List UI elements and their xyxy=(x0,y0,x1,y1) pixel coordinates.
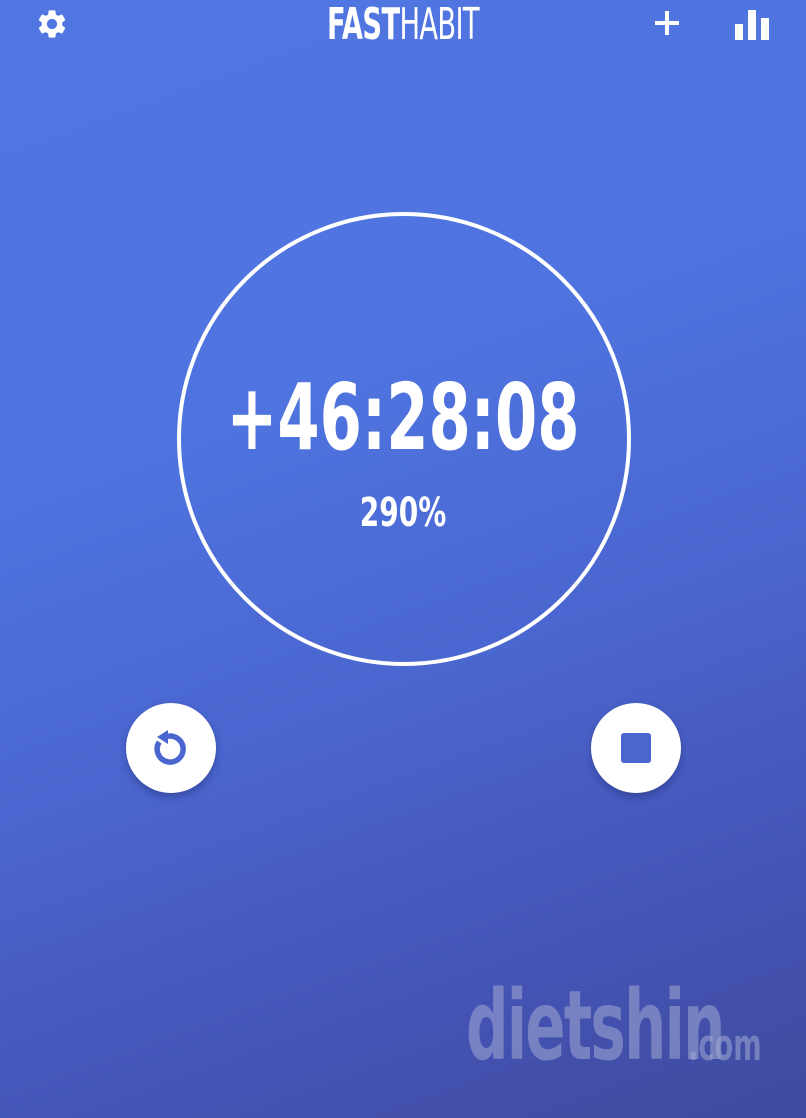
app-title: FASTHABIT xyxy=(153,0,653,50)
stats-button[interactable] xyxy=(732,4,772,44)
plus-icon xyxy=(655,11,679,35)
watermark-suffix: .com xyxy=(688,1020,762,1071)
reset-button[interactable] xyxy=(126,703,216,793)
watermark-main: dietshin xyxy=(466,970,725,1082)
settings-button[interactable] xyxy=(34,6,70,42)
watermark: dietshin .com xyxy=(466,970,766,1082)
app-title-bold: FAST xyxy=(327,0,400,50)
reset-icon xyxy=(154,730,186,765)
app-title-light: HABIT xyxy=(399,0,479,50)
bar-chart-icon xyxy=(735,10,769,40)
elapsed-timer: +46:28:08 xyxy=(226,364,580,471)
progress-percent: 290% xyxy=(359,490,447,536)
gear-icon xyxy=(38,10,66,38)
stop-icon xyxy=(621,733,651,763)
add-button[interactable] xyxy=(648,4,686,42)
top-bar: FASTHABIT xyxy=(0,0,806,60)
stop-button[interactable] xyxy=(591,703,681,793)
